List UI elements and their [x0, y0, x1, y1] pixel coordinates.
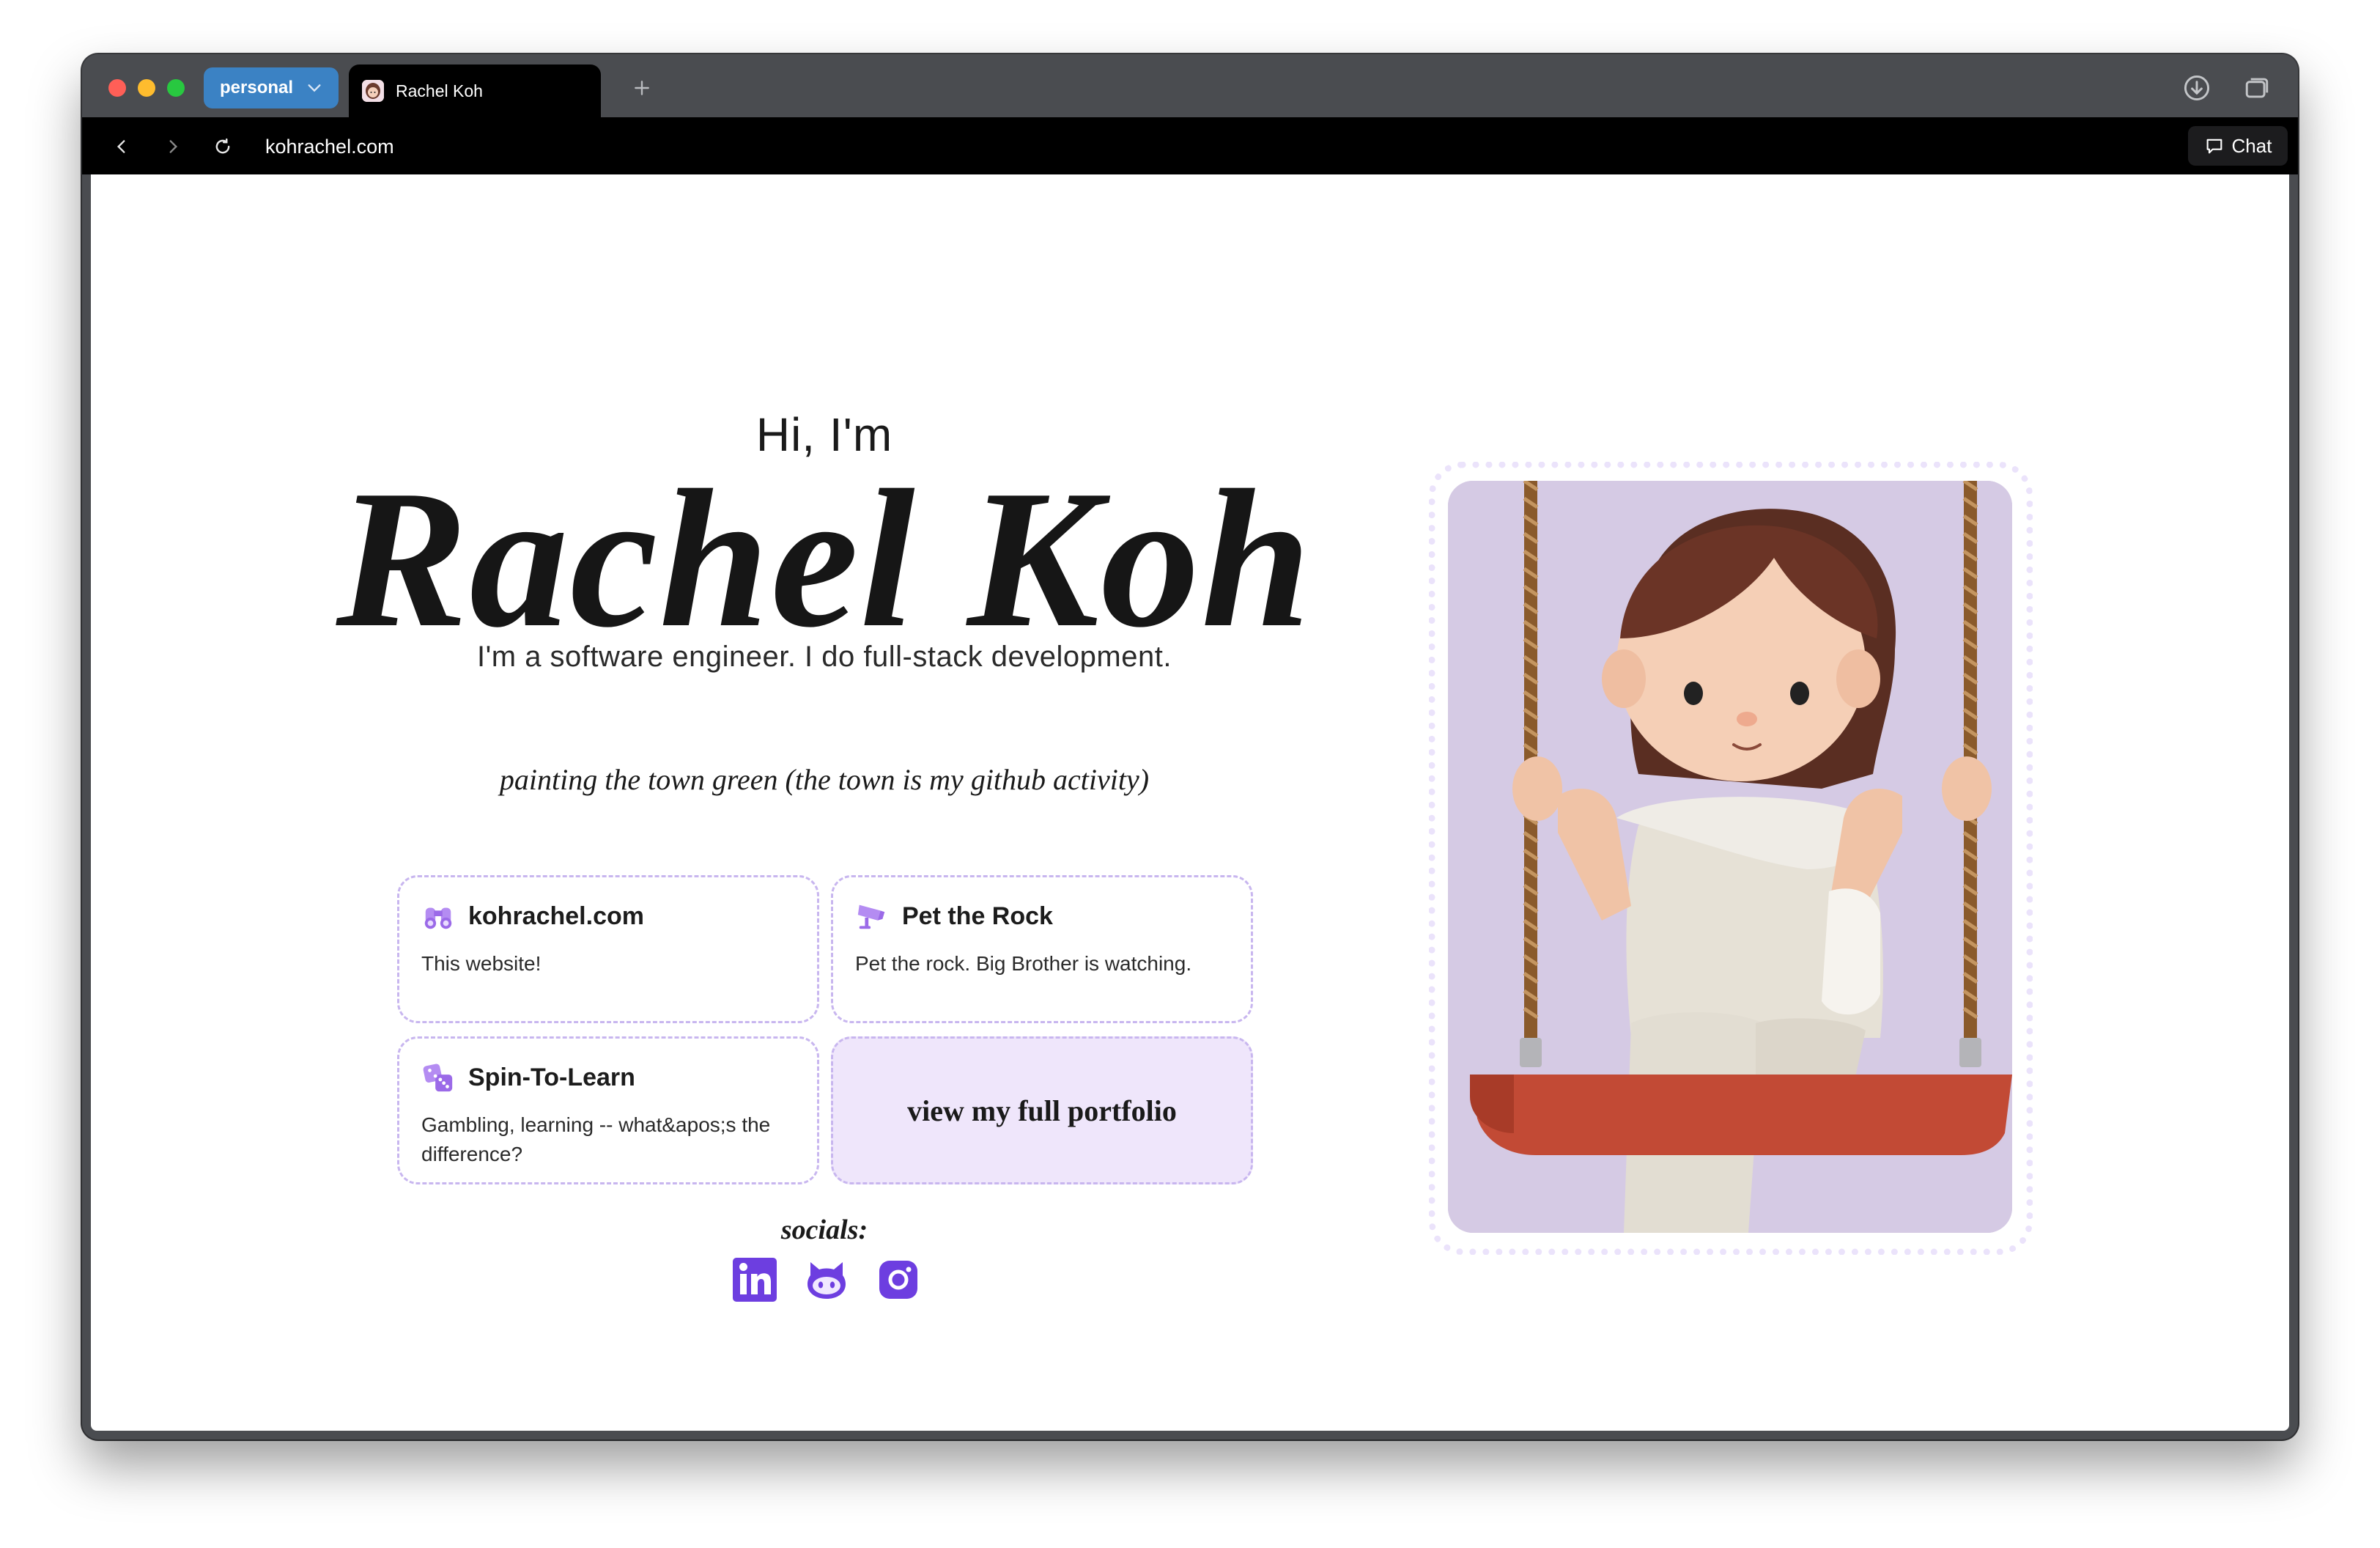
minimize-window-button[interactable]	[138, 79, 155, 97]
project-title: Spin-To-Learn	[468, 1063, 635, 1091]
forward-button[interactable]	[157, 130, 189, 163]
binoculars-icon	[424, 907, 452, 929]
browser-window: personal Rachel Koh kohrachel.com Chat H…	[82, 54, 2298, 1440]
profile-label: personal	[220, 78, 294, 97]
address-bar[interactable]: kohrachel.com	[265, 132, 394, 161]
page-viewport: Hi, I'm Rachel Koh I'm a software engine…	[91, 174, 2289, 1431]
project-card-kohrachel[interactable]: kohrachel.com This website!	[397, 875, 819, 1023]
reload-icon	[215, 138, 230, 154]
project-description: This website!	[421, 952, 542, 975]
download-icon	[2184, 75, 2210, 101]
chevron-left-icon	[117, 140, 125, 153]
back-button[interactable]	[106, 130, 138, 163]
chat-bubble-icon	[2206, 139, 2222, 154]
project-description: Pet the rock. Big Brother is watching.	[855, 952, 1192, 975]
tab-rachel-koh[interactable]: Rachel Koh	[349, 64, 601, 117]
instagram-icon[interactable]	[875, 1256, 922, 1303]
downloads-button[interactable]	[2181, 72, 2213, 104]
browser-toolbar: kohrachel.com Chat	[82, 117, 2298, 174]
view-portfolio-button[interactable]: view my full portfolio	[831, 1036, 1253, 1184]
reload-button[interactable]	[207, 130, 239, 163]
tabs-overview-button[interactable]	[2241, 72, 2273, 104]
new-tab-button[interactable]	[624, 70, 659, 106]
dice-icon	[423, 1064, 453, 1092]
tagline: I'm a software engineer. I do full-stack…	[477, 641, 1172, 673]
chat-label: Chat	[2231, 134, 2272, 157]
project-title: Pet the Rock	[902, 902, 1053, 930]
project-description: Gambling, learning -- what&apos;s the di…	[421, 1113, 771, 1165]
favicon-icon	[362, 80, 384, 102]
page-title: Rachel Koh	[336, 449, 1313, 668]
linkedin-icon[interactable]	[731, 1256, 778, 1303]
tab-bar: personal Rachel Koh	[82, 54, 2298, 117]
project-card-pet-the-rock[interactable]: Pet the Rock Pet the rock. Big Brother i…	[831, 875, 1253, 1023]
project-title: kohrachel.com	[468, 902, 644, 930]
avatar-portrait	[1448, 481, 2012, 1233]
chat-button[interactable]: Chat	[2188, 126, 2288, 166]
socials-label: socials:	[780, 1215, 868, 1245]
portfolio-label: view my full portfolio	[907, 1094, 1177, 1127]
tabs-icon	[2245, 78, 2269, 98]
plus-icon	[635, 81, 649, 95]
security-camera-icon	[857, 904, 885, 929]
github-icon[interactable]	[803, 1256, 850, 1303]
chevron-right-icon	[169, 140, 178, 153]
tab-title: Rachel Koh	[396, 81, 483, 100]
close-window-button[interactable]	[108, 79, 126, 97]
project-card-spin-to-learn[interactable]: Spin-To-Learn Gambling, learning -- what…	[397, 1036, 819, 1184]
profile-selector[interactable]: personal	[204, 67, 339, 108]
chevron-down-icon	[308, 84, 321, 92]
zoom-window-button[interactable]	[167, 79, 185, 97]
activity-caption: painting the town green (the town is my …	[499, 763, 1150, 796]
